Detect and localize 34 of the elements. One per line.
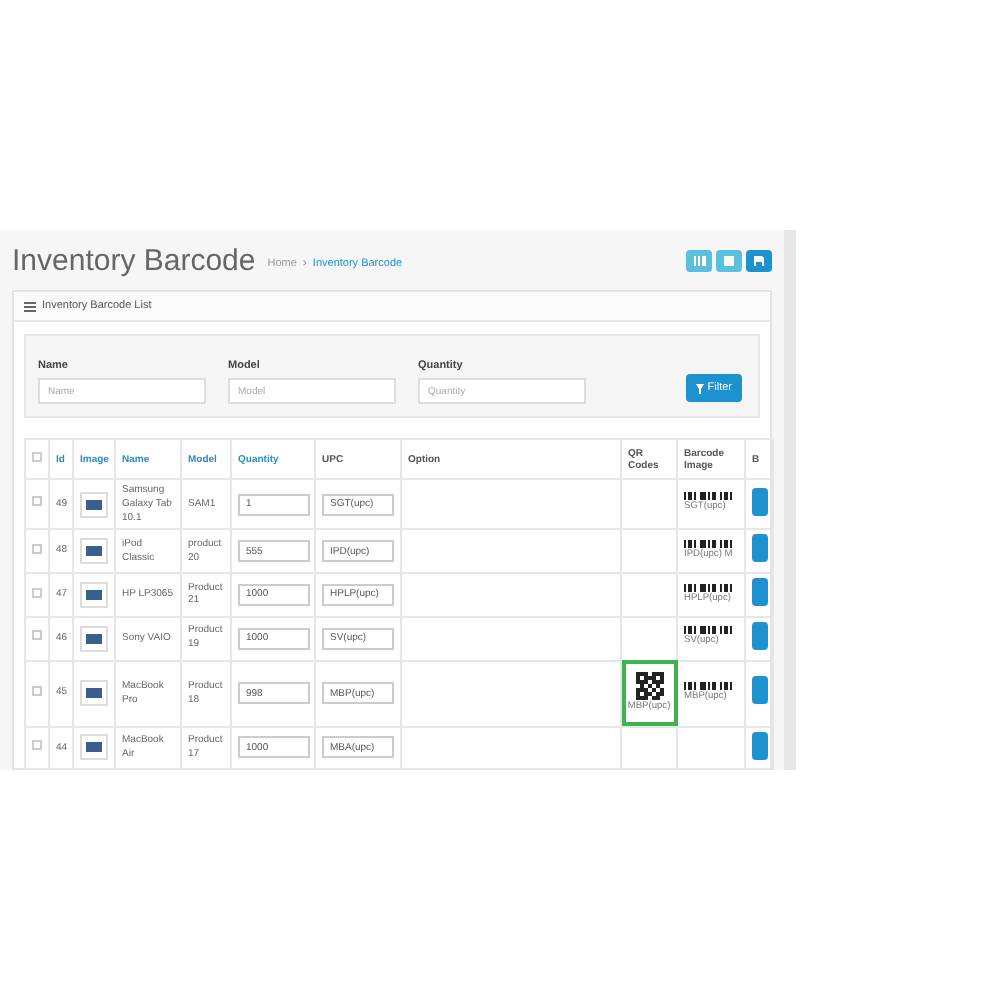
page-title: Inventory Barcode: [12, 243, 256, 277]
print-button[interactable]: [716, 249, 742, 271]
row-checkbox[interactable]: [32, 630, 42, 641]
print-icon: [724, 255, 734, 265]
row-action-button[interactable]: [752, 621, 768, 650]
row-checkbox[interactable]: [32, 543, 42, 554]
row-action-button[interactable]: [752, 731, 768, 759]
filter-icon: [695, 383, 704, 393]
row-checkbox[interactable]: [32, 587, 42, 597]
photo-placeholder: [80, 734, 108, 761]
row-action-button[interactable]: [752, 676, 768, 705]
barcode-icon: [693, 255, 705, 265]
save-button[interactable]: [746, 249, 772, 271]
select-all-checkbox[interactable]: [32, 452, 42, 462]
photo-placeholder: [80, 538, 108, 565]
barcode-drawing: [684, 626, 732, 635]
row-checkbox[interactable]: [32, 685, 42, 696]
row-checkbox[interactable]: [32, 740, 42, 750]
save-icon: [754, 255, 764, 265]
photo-placeholder: [80, 625, 108, 652]
barcode-drawing: [684, 492, 732, 501]
barcode-drawing: [684, 681, 732, 690]
photo-placeholder: [80, 581, 108, 608]
row-action-button[interactable]: [752, 578, 768, 606]
qr-code-drawing: [635, 671, 663, 700]
row-action-button[interactable]: [752, 487, 768, 516]
barcode-button[interactable]: [686, 249, 712, 271]
barcode-drawing: [684, 583, 732, 592]
photo-placeholder: [80, 491, 108, 518]
barcode-drawing: [684, 539, 732, 548]
row-action-button[interactable]: [752, 534, 768, 563]
list-icon: [24, 301, 36, 311]
photo-placeholder: [80, 680, 108, 706]
row-checkbox[interactable]: [32, 496, 42, 507]
